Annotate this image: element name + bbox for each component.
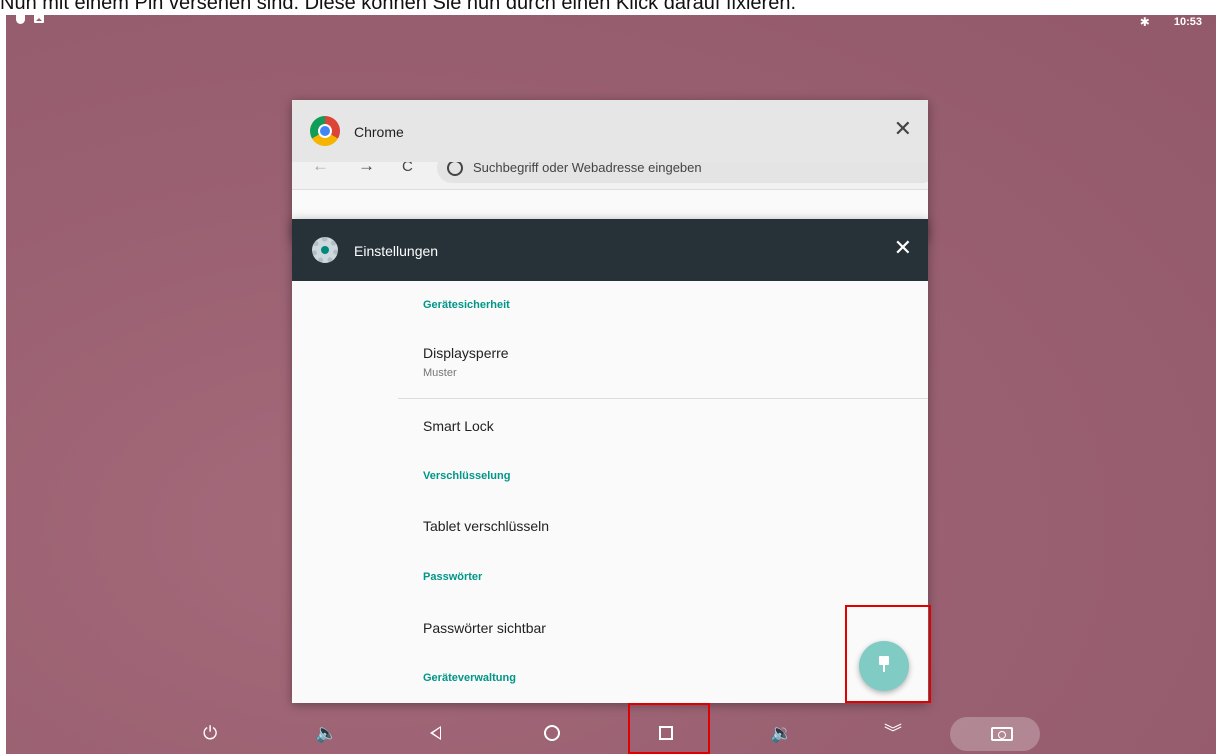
recents-card-settings[interactable]: Einstellungen ✕ Gerätesicherheit Display… — [292, 219, 928, 703]
screenshot-icon — [991, 727, 1013, 741]
item-smart-lock[interactable]: Smart Lock — [423, 418, 494, 434]
item-displaysperre-summary: Muster — [423, 367, 457, 379]
info-icon — [447, 160, 463, 176]
power-icon[interactable]: ⏻ — [203, 724, 217, 742]
highlight-recents-button — [628, 703, 710, 754]
category-geraetesicherheit: Gerätesicherheit — [423, 299, 510, 311]
settings-gear-icon — [312, 237, 338, 263]
chrome-logo-icon — [310, 116, 340, 146]
home-icon[interactable] — [544, 725, 560, 741]
highlight-pin-button — [845, 605, 931, 703]
image-icon — [34, 14, 44, 23]
chrome-card-header: Chrome ✕ — [292, 100, 928, 162]
omnibox-placeholder: Suchbegriff oder Webadresse eingeben — [473, 160, 702, 175]
item-tablet-verschluesseln[interactable]: Tablet verschlüsseln — [423, 518, 549, 534]
divider — [398, 398, 928, 399]
tutorial-caption: Nun mit einem Pin versehen sind. Diese k… — [0, 0, 1224, 15]
chrome-card-title: Chrome — [354, 124, 404, 140]
tablet-screen: ✱ 10:53 ← → C Suchbegriff oder Webadress… — [6, 6, 1216, 754]
collapse-icon[interactable]: ︾ — [884, 724, 902, 742]
bluetooth-icon: ✱ — [1139, 15, 1150, 29]
screenshot-button[interactable] — [950, 717, 1040, 751]
category-passwoerter: Passwörter — [423, 571, 483, 583]
settings-card-header: Einstellungen ✕ — [292, 219, 928, 281]
category-verschluesselung: Verschlüsselung — [423, 470, 511, 482]
volume-down-icon[interactable]: 🔈 — [315, 724, 337, 742]
item-passwoerter-sichtbar[interactable]: Passwörter sichtbar — [423, 620, 546, 636]
settings-card-title: Einstellungen — [354, 243, 439, 259]
back-icon[interactable] — [430, 726, 441, 740]
category-geraeteverwaltung: Geräteverwaltung — [423, 672, 516, 684]
volume-up-icon[interactable]: 🔉 — [770, 724, 792, 742]
clock: 10:53 — [1173, 16, 1202, 28]
item-displaysperre[interactable]: Displaysperre — [423, 345, 509, 361]
chrome-close-icon[interactable]: ✕ — [894, 118, 912, 140]
navigation-bar: ⏻ 🔈 🔉 ︾ — [6, 714, 1216, 754]
shield-icon — [16, 14, 25, 24]
settings-close-icon[interactable]: ✕ — [894, 237, 912, 259]
